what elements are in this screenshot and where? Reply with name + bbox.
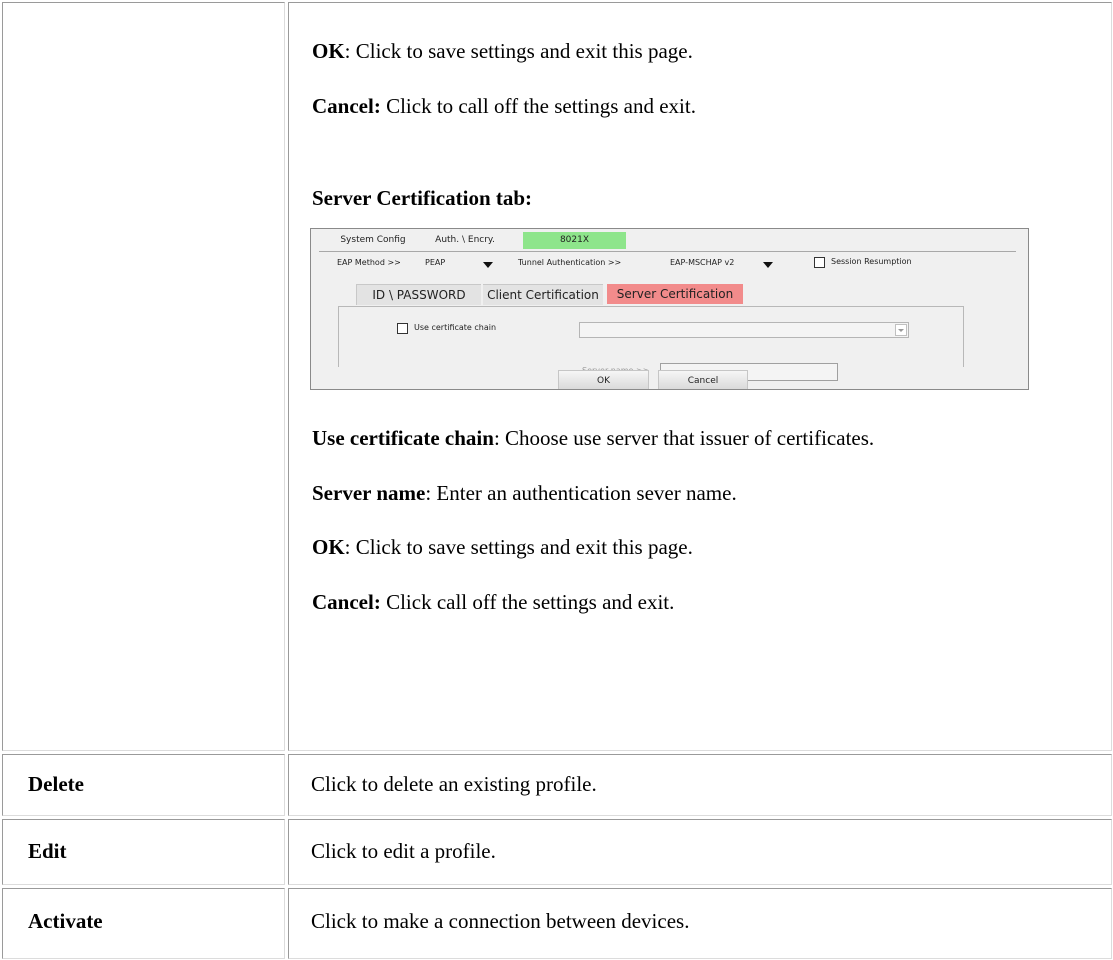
eap-method-value[interactable]: PEAP	[425, 258, 445, 267]
delete-description: Click to delete an existing profile.	[311, 772, 597, 796]
subtab-id-password[interactable]: ID \ PASSWORD	[356, 284, 481, 305]
use-cert-chain-text: : Choose use server that issuer of certi…	[493, 426, 875, 450]
tunnel-auth-label: Tunnel Authentication >>	[518, 258, 622, 267]
server-name-text: : Enter an authentication sever name.	[425, 481, 737, 505]
content-cell: OK: Click to save settings and exit this…	[288, 2, 1112, 751]
eap-method-label: EAP Method >>	[337, 258, 401, 267]
session-resumption-label: Session Resumption	[831, 257, 912, 266]
subtab-server-certification[interactable]: Server Certification	[607, 284, 743, 304]
ok-button[interactable]: OK	[558, 370, 649, 389]
ok2-term: OK	[312, 535, 345, 559]
activate-desc-cell: Click to make a connection between devic…	[288, 888, 1112, 959]
delete-label: Delete	[28, 772, 84, 796]
ok-paragraph: OK: Click to save settings and exit this…	[312, 39, 693, 64]
tab-auth-encry[interactable]: Auth. \ Encry.	[424, 232, 506, 249]
subtab-client-certification[interactable]: Client Certification	[483, 284, 603, 305]
dialog-screenshot: System Config Auth. \ Encry. 8021X EAP M…	[310, 228, 1029, 390]
edit-label-cell: Edit	[2, 819, 285, 885]
use-cert-chain-paragraph: Use certificate chain: Choose use server…	[312, 426, 874, 451]
edit-label: Edit	[28, 839, 67, 863]
delete-label-cell: Delete	[2, 754, 285, 816]
server-name-paragraph: Server name: Enter an authentication sev…	[312, 481, 737, 506]
chevron-down-icon[interactable]	[895, 324, 907, 336]
cancel-text: Click to call off the settings and exit.	[380, 94, 696, 118]
server-name-term: Server name	[312, 481, 426, 505]
tunnel-auth-value[interactable]: EAP-MSCHAP v2	[670, 258, 734, 267]
activate-description: Click to make a connection between devic…	[311, 909, 690, 933]
session-resumption-checkbox[interactable]	[814, 257, 825, 268]
ok-term: OK	[312, 39, 345, 63]
left-empty-cell	[2, 2, 285, 751]
ok2-paragraph: OK: Click to save settings and exit this…	[312, 535, 693, 560]
cancel-button[interactable]: Cancel	[658, 370, 748, 389]
delete-desc-cell: Click to delete an existing profile.	[288, 754, 1112, 816]
activate-label-cell: Activate	[2, 888, 285, 959]
server-certification-heading: Server Certification tab:	[312, 186, 533, 210]
cancel-term: Cancel:	[312, 94, 381, 118]
cancel-paragraph: Cancel: Click to call off the settings a…	[312, 94, 696, 119]
ok2-text: : Click to save settings and exit this p…	[344, 535, 693, 559]
tab-divider	[319, 251, 1016, 252]
edit-description: Click to edit a profile.	[311, 839, 496, 863]
activate-label: Activate	[28, 909, 103, 933]
cancel2-paragraph: Cancel: Click call off the settings and …	[312, 590, 674, 615]
ok-text: : Click to save settings and exit this p…	[344, 39, 693, 63]
tab-system-config[interactable]: System Config	[340, 232, 406, 249]
tab-8021x[interactable]: 8021X	[523, 232, 626, 249]
use-cert-chain-label: Use certificate chain	[414, 323, 497, 332]
document-table: OK: Click to save settings and exit this…	[0, 0, 1113, 960]
cert-chain-select[interactable]	[579, 322, 909, 338]
eap-method-dropdown-icon[interactable]	[483, 262, 493, 268]
cancel2-term: Cancel:	[312, 590, 381, 614]
edit-desc-cell: Click to edit a profile.	[288, 819, 1112, 885]
use-cert-chain-checkbox[interactable]	[397, 323, 408, 334]
use-cert-chain-term: Use certificate chain	[312, 426, 494, 450]
tunnel-auth-dropdown-icon[interactable]	[763, 262, 773, 268]
cancel2-text: Click call off the settings and exit.	[380, 590, 675, 614]
